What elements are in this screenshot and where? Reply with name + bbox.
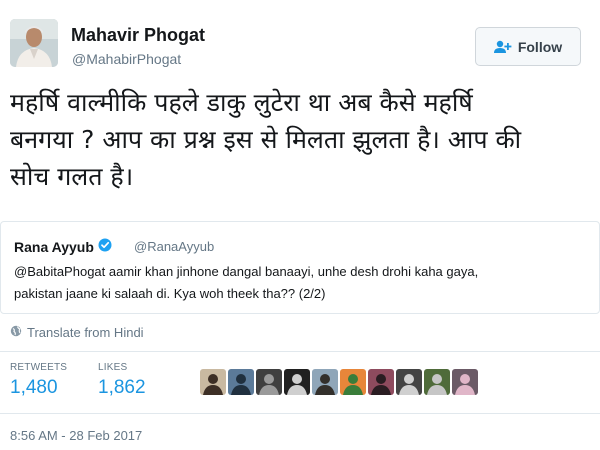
follow-button-label: Follow xyxy=(517,38,563,55)
globe-icon xyxy=(10,325,22,340)
tweet-timestamp[interactable]: 8:56 AM - 28 Feb 2017 xyxy=(10,428,142,443)
tweet-text-line: बनगया ? आप का प्रश्न इस से मिलता झुलता ह… xyxy=(10,125,522,154)
follow-button[interactable]: Follow xyxy=(475,27,581,66)
liker-avatar[interactable] xyxy=(228,369,254,395)
quoted-tweet-text-line: pakistan jaane ki salaah di. Kya woh the… xyxy=(14,286,326,301)
author-avatar[interactable] xyxy=(10,19,58,67)
divider xyxy=(0,351,600,352)
quoted-tweet-text-line: @BabitaPhogat aamir khan jinhone dangal … xyxy=(14,264,479,279)
follow-person-plus-icon xyxy=(493,40,512,54)
quoted-author: Rana Ayyub xyxy=(14,238,112,255)
quoted-tweet-text: @BabitaPhogat aamir khan jinhone dangal … xyxy=(14,261,589,305)
tweet-text-line: महर्षि वाल्मीकि पहले डाकु लुटेरा था अब क… xyxy=(10,88,473,117)
liker-avatar[interactable] xyxy=(424,369,450,395)
quoted-author-name: Rana Ayyub xyxy=(14,238,94,255)
liker-avatar[interactable] xyxy=(256,369,282,395)
liker-avatar[interactable] xyxy=(368,369,394,395)
divider xyxy=(0,413,600,414)
retweets-label: RETWEETS xyxy=(10,362,68,373)
translate-link[interactable]: Translate from Hindi xyxy=(10,325,144,340)
likes-stat[interactable]: LIKES 1,862 xyxy=(98,362,146,399)
likes-label: LIKES xyxy=(98,362,128,373)
liker-avatar[interactable] xyxy=(284,369,310,395)
tweet-text: महर्षि वाल्मीकि पहले डाकु लुटेरा था अब क… xyxy=(10,84,600,195)
quoted-tweet-card[interactable]: Rana Ayyub @RanaAyyub @BabitaPhogat aami… xyxy=(0,221,600,314)
liker-avatar[interactable] xyxy=(340,369,366,395)
verified-badge-icon xyxy=(98,238,112,255)
translate-label: Translate from Hindi xyxy=(27,325,144,340)
liker-avatar[interactable] xyxy=(396,369,422,395)
author-avatar-image xyxy=(10,19,58,67)
tweet-text-line: सोच गलत है। xyxy=(10,162,134,191)
author-name[interactable]: Mahavir Phogat xyxy=(71,25,205,46)
quoted-author-handle: @RanaAyyub xyxy=(134,239,215,254)
liker-avatar[interactable] xyxy=(452,369,478,395)
liker-avatar[interactable] xyxy=(200,369,226,395)
liker-avatar[interactable] xyxy=(312,369,338,395)
likes-count: 1,862 xyxy=(98,377,146,398)
retweets-count: 1,480 xyxy=(10,377,58,398)
likers-avatars xyxy=(200,369,478,395)
retweets-stat[interactable]: RETWEETS 1,480 xyxy=(10,362,67,399)
author-handle[interactable]: @MahabirPhogat xyxy=(72,51,181,67)
